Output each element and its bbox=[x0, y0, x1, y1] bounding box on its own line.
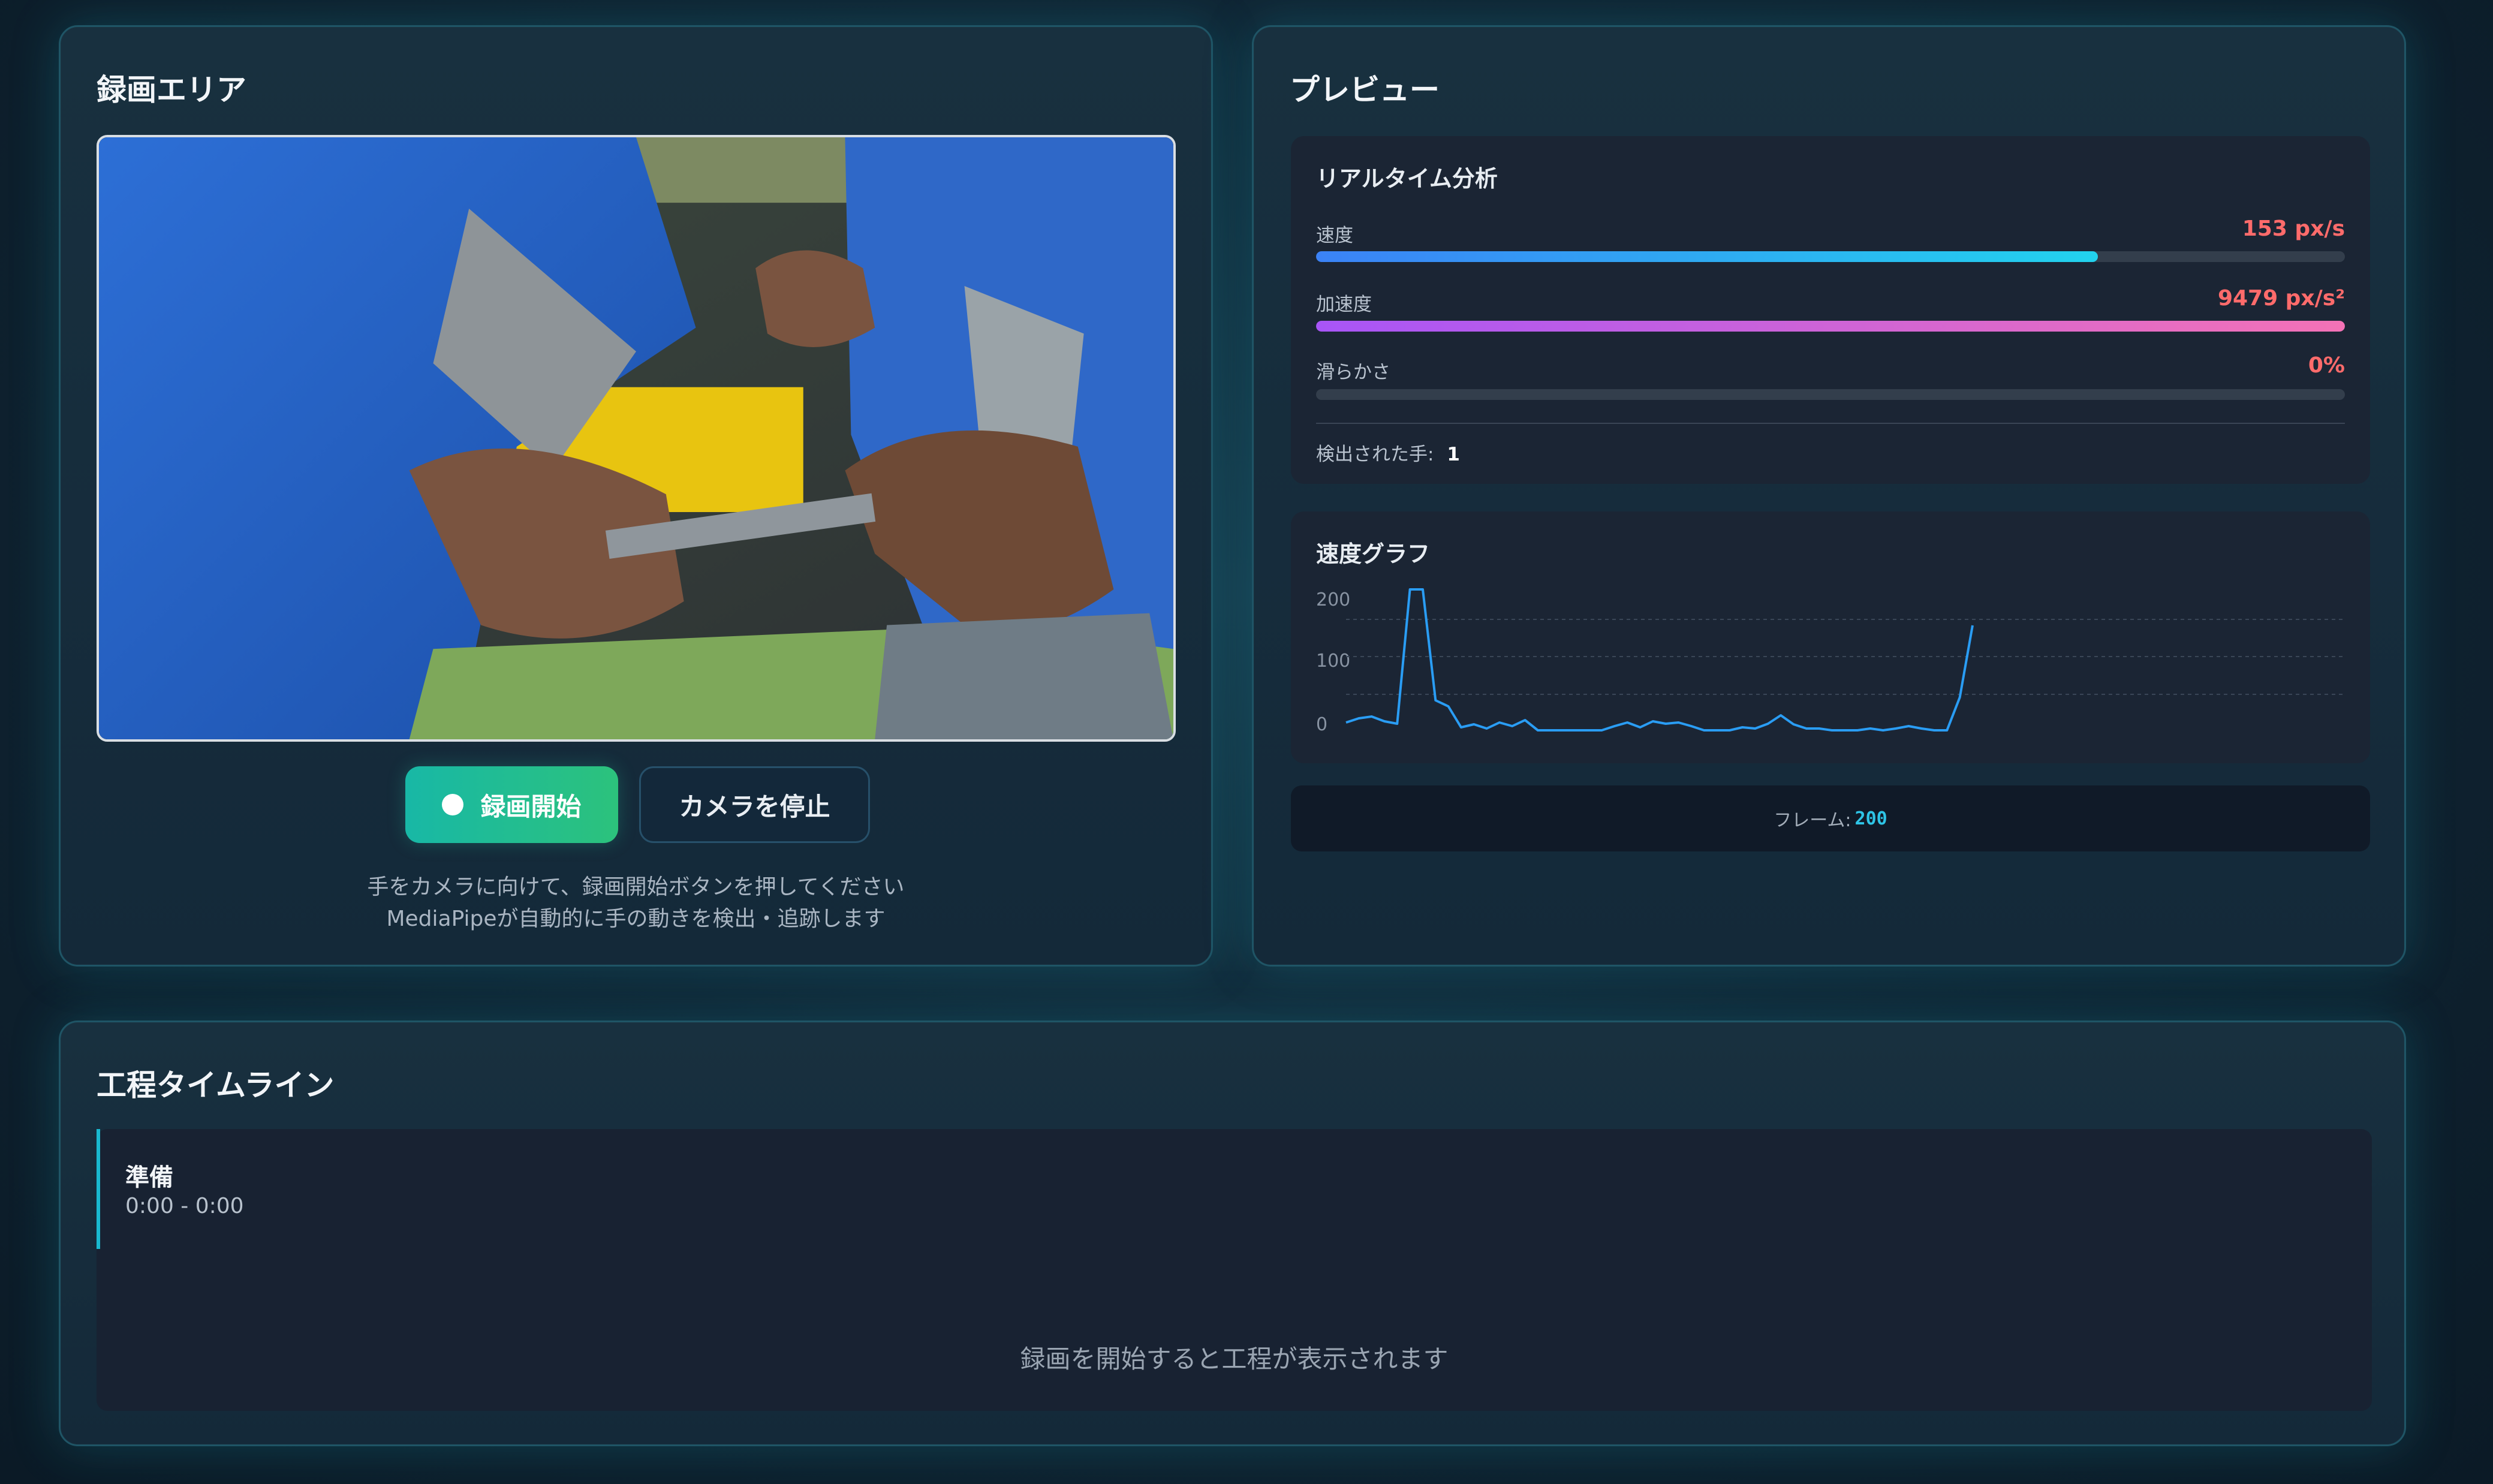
timeline-phase-item[interactable]: 準備 0:00 - 0:00 bbox=[97, 1129, 456, 1249]
acceleration-value: 9479 px/s² bbox=[2217, 286, 2345, 311]
speed-line-chart bbox=[1345, 588, 2345, 732]
smoothness-bar bbox=[1316, 389, 2345, 400]
analysis-divider bbox=[1316, 423, 2345, 424]
record-dot-icon bbox=[442, 794, 464, 815]
start-recording-label: 録画開始 bbox=[480, 791, 582, 821]
recording-hint-line2: MediaPipeが自動的に手の動きを検出・追跡します bbox=[386, 907, 886, 931]
recording-hint-line1: 手をカメラに向けて、録画開始ボタンを押してください bbox=[367, 875, 905, 899]
frame-label: フレーム: bbox=[1774, 810, 1851, 831]
acceleration-bar bbox=[1316, 321, 2345, 332]
speed-value: 153 px/s bbox=[2242, 216, 2345, 241]
timeline-body: 準備 0:00 - 0:00 録画を開始すると工程が表示されます bbox=[97, 1129, 2372, 1411]
hands-detected-value: 1 bbox=[1447, 444, 1460, 465]
speed-graph-panel: 速度グラフ 200 100 0 bbox=[1291, 511, 2370, 763]
camera-image bbox=[99, 137, 1173, 739]
speed-label: 速度 bbox=[1316, 225, 1353, 246]
camera-feed bbox=[97, 135, 1176, 742]
hands-detected-label: 検出された手: bbox=[1316, 444, 1434, 465]
timeline-card: 工程タイムライン 準備 0:00 - 0:00 録画を開始すると工程が表示されま… bbox=[59, 1021, 2406, 1446]
frame-counter: フレーム: 200 bbox=[1291, 785, 2370, 851]
phase-accent-bar bbox=[97, 1129, 100, 1249]
recording-card: 録画エリア 録画開始 カメラを停止 手をカメラに向けて、録画開始ボタンを押してく… bbox=[59, 25, 1213, 967]
recording-title: 録画エリア bbox=[97, 73, 246, 107]
preview-card: プレビュー リアルタイム分析 速度 153 px/s 加速度 9479 px/s… bbox=[1252, 25, 2406, 967]
hands-detected: 検出された手: 1 bbox=[1316, 439, 1460, 466]
smoothness-label: 滑らかさ bbox=[1316, 362, 1390, 383]
phase-name: 準備 bbox=[125, 1164, 173, 1191]
speed-graph-title: 速度グラフ bbox=[1316, 541, 1431, 567]
speed-bar-fill bbox=[1316, 251, 2098, 262]
start-recording-button[interactable]: 録画開始 bbox=[405, 766, 618, 843]
smoothness-value: 0% bbox=[2308, 353, 2345, 378]
stop-camera-button[interactable]: カメラを停止 bbox=[639, 766, 870, 843]
frame-value: 200 bbox=[1854, 808, 1887, 829]
speed-series-line bbox=[1345, 588, 1974, 732]
analysis-title: リアルタイム分析 bbox=[1316, 165, 1498, 192]
phase-time: 0:00 - 0:00 bbox=[125, 1194, 244, 1218]
stop-camera-label: カメラを停止 bbox=[679, 791, 830, 821]
preview-title: プレビュー bbox=[1290, 73, 1440, 107]
speed-bar bbox=[1316, 251, 2345, 262]
acceleration-label: 加速度 bbox=[1316, 294, 1372, 315]
acceleration-bar-fill bbox=[1316, 321, 2345, 332]
realtime-analysis-panel: リアルタイム分析 速度 153 px/s 加速度 9479 px/s² 滑らかさ… bbox=[1291, 136, 2370, 484]
timeline-title: 工程タイムライン bbox=[97, 1068, 335, 1103]
timeline-empty-message: 録画を開始すると工程が表示されます bbox=[1020, 1344, 1449, 1374]
